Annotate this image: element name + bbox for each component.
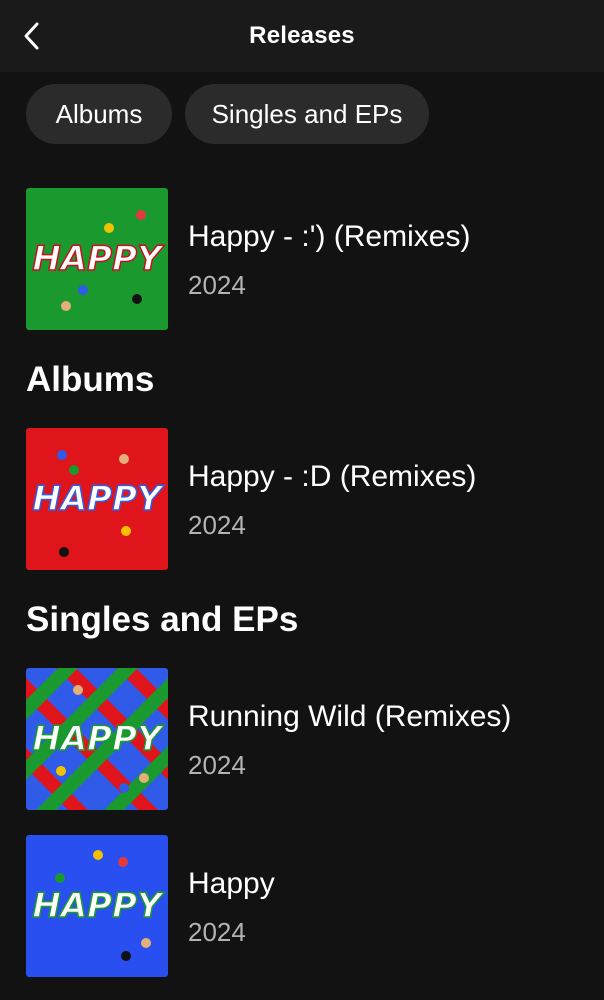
section-title-singles-and-eps: Singles and EPs (26, 600, 299, 639)
filter-chip-singles-and-eps[interactable]: Singles and EPs (185, 84, 429, 144)
cover-title: HAPPY (32, 886, 165, 926)
cover-title: HAPPY (32, 239, 165, 279)
release-title: Running Wild (Remixes) (188, 700, 512, 733)
album-cover: HAPPY (26, 428, 168, 570)
album-cover: HAPPY (26, 668, 168, 810)
release-title: Happy (188, 867, 275, 900)
page-title: Releases (249, 22, 355, 49)
release-title: Happy - :D (Remixes) (188, 460, 477, 493)
filter-chip-albums[interactable]: Albums (26, 84, 172, 144)
release-year: 2024 (188, 917, 246, 947)
section-title-albums: Albums (26, 360, 155, 399)
album-cover: HAPPY (26, 188, 168, 330)
release-row[interactable]: HAPPY Running Wild (Remixes) 2024 (26, 668, 586, 810)
release-title: Happy - :') (Remixes) (188, 220, 471, 253)
release-year: 2024 (188, 750, 246, 780)
release-year: 2024 (188, 510, 246, 540)
filter-chip-label: Albums (55, 98, 143, 129)
filter-chip-label: Singles and EPs (211, 98, 403, 129)
release-row[interactable]: HAPPY Happy - :D (Remixes) 2024 (26, 428, 586, 570)
top-bar: Releases (0, 0, 604, 72)
cover-title: HAPPY (32, 719, 165, 759)
album-cover: HAPPY (26, 835, 168, 977)
release-row[interactable]: HAPPY Happy 2024 (26, 835, 586, 977)
release-row-featured[interactable]: HAPPY Happy - :') (Remixes) 2024 (26, 188, 586, 330)
release-year: 2024 (188, 270, 246, 300)
cover-title: HAPPY (32, 479, 165, 519)
